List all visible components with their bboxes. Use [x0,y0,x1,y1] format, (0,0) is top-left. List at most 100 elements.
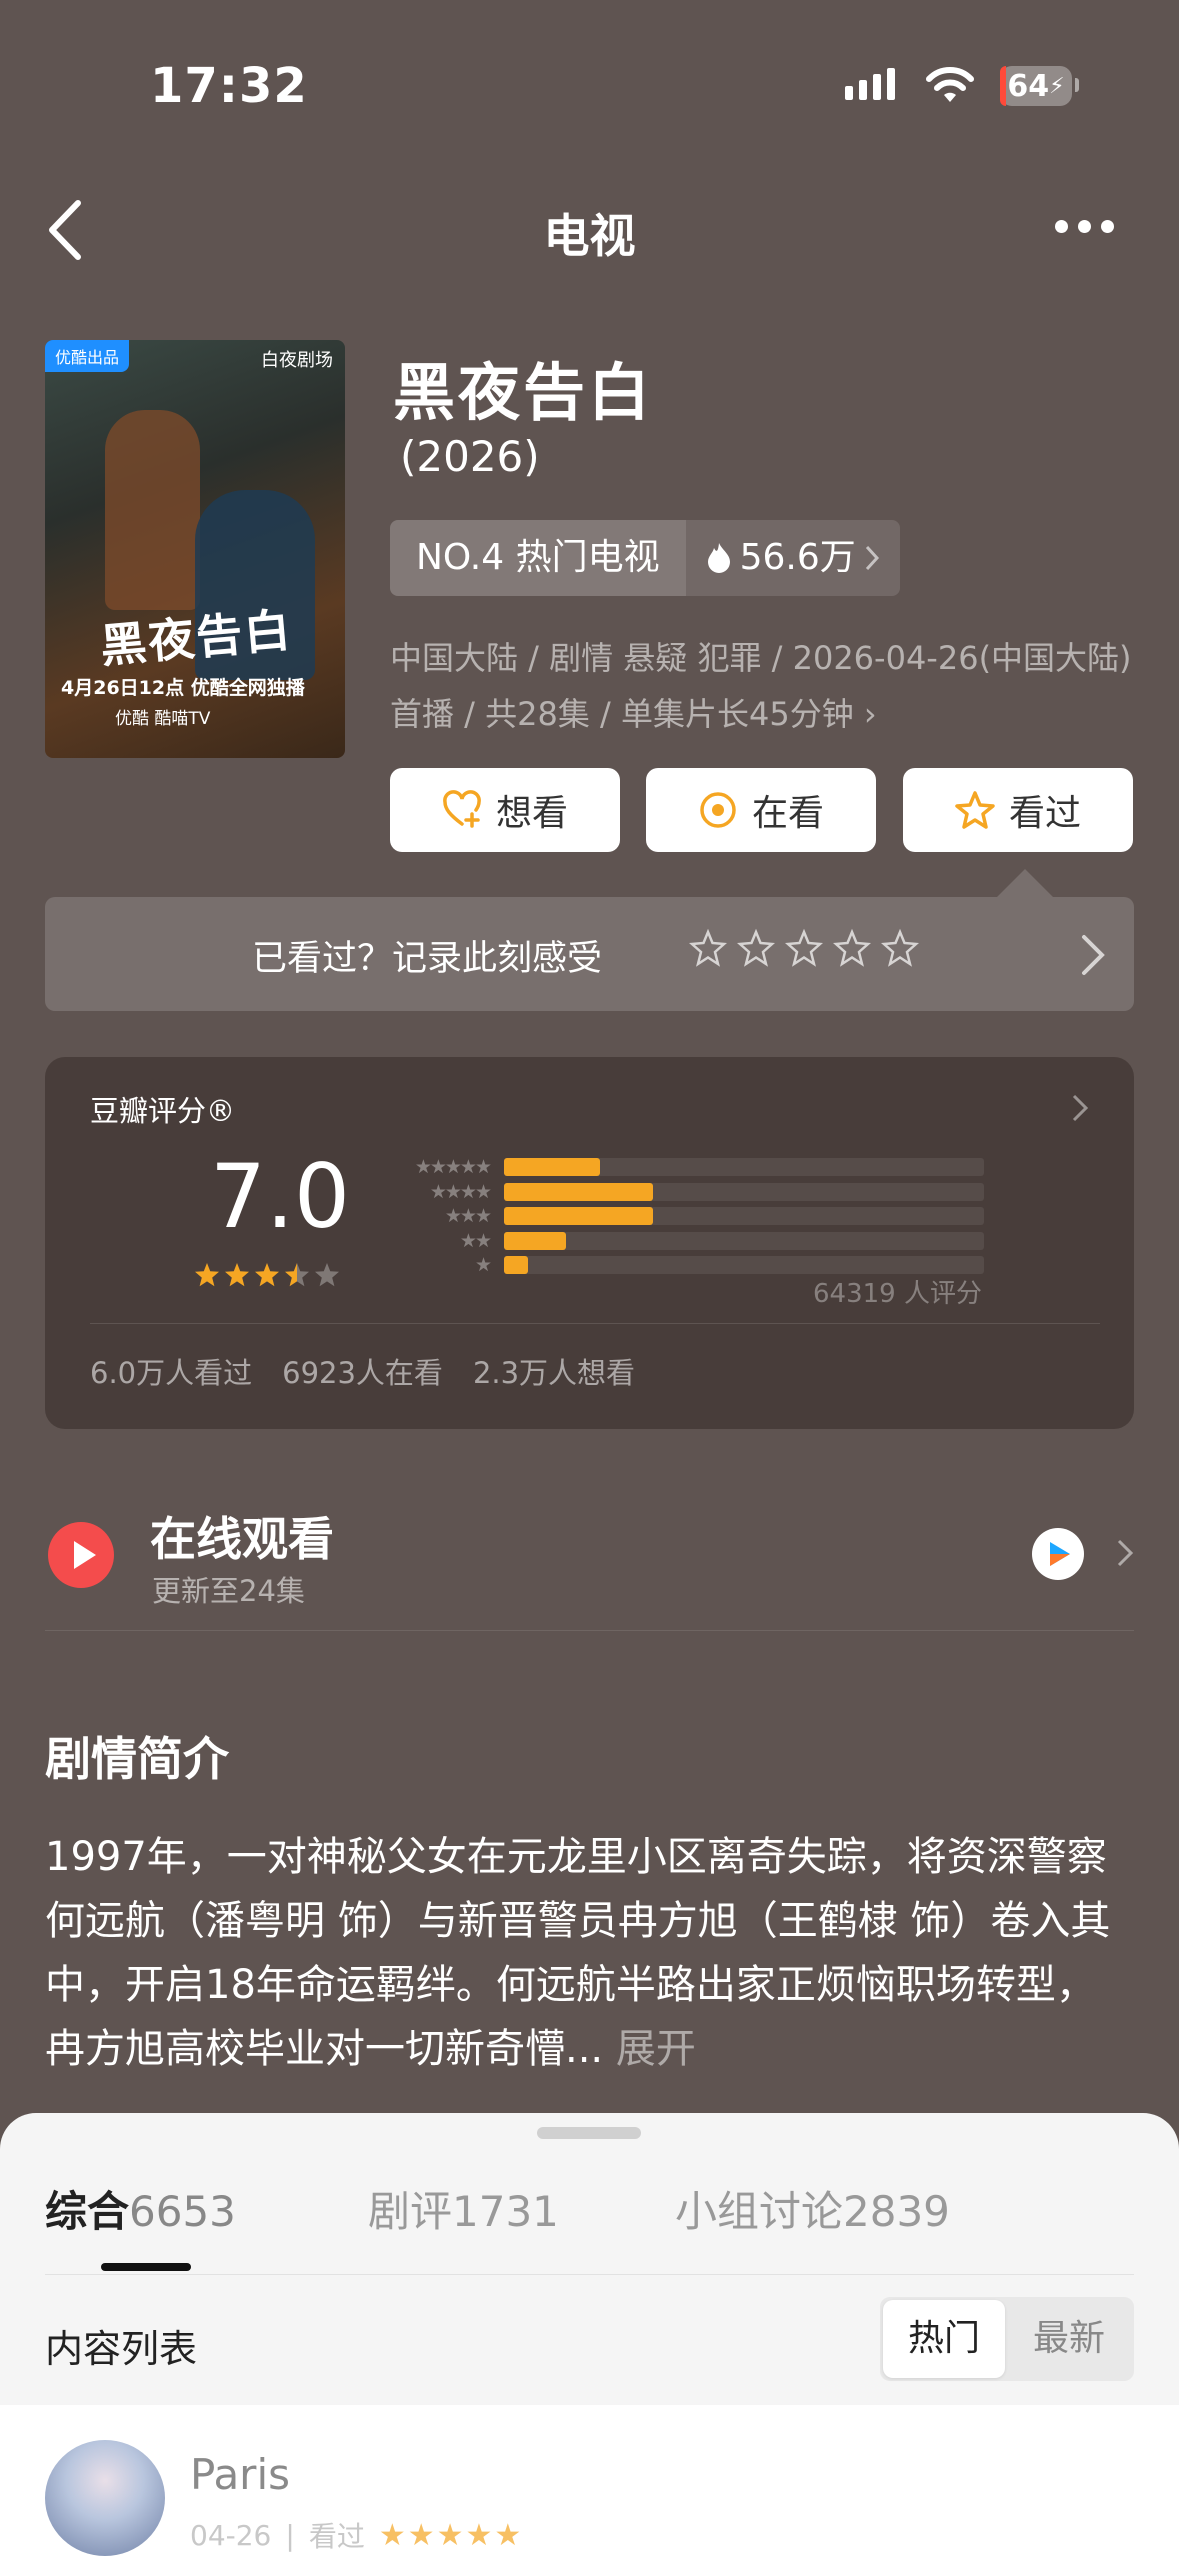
distribution-track [504,1256,984,1274]
distribution-row: ★★ [380,1229,984,1253]
distribution-row: ★★★★ [380,1180,984,1204]
rank-pill[interactable]: NO.4 热门电视 56.6万 [390,520,900,596]
score-stars [193,1262,341,1288]
star-filled-icon [255,1263,279,1287]
flame-icon [707,543,730,573]
avatar[interactable] [45,2440,165,2556]
star-empty-icon[interactable] [832,928,872,968]
active-tab-indicator [101,2263,191,2271]
review-meta: 04-26 | 看过 ★★★★★ [190,2515,523,2555]
review-status: 看过 [308,2520,365,2553]
chevron-right-icon[interactable] [1115,1537,1135,1569]
show-meta[interactable]: 中国大陆 / 剧情 悬疑 犯罪 / 2026-04-26(中国大陆) 首播 / … [390,630,1140,742]
distribution-stars: ★★★★★ [414,1156,492,1178]
want-label: 想看 [495,793,568,834]
distribution-bar [504,1182,653,1201]
star-empty-icon [315,1263,339,1287]
rating-score: 7.0 [210,1145,350,1248]
watch-online-title[interactable]: 在线观看 [150,1503,334,1569]
rating-divider [90,1323,1100,1324]
battery-tip [1075,78,1079,92]
wifi-icon [926,67,974,102]
star-outline-icon [955,791,995,829]
show-title: 黑夜告白 [393,356,654,429]
chevron-right-icon [865,545,879,571]
show-meta-text: 中国大陆 / 剧情 悬疑 犯罪 / 2026-04-26(中国大陆) 首播 / … [390,639,1132,733]
distribution-stars: ★ [474,1254,492,1276]
tab-group-count: 2839 [843,2187,950,2236]
record-star-rating[interactable] [688,928,920,968]
distribution-bar [504,1231,567,1250]
sort-newest-button[interactable]: 最新 [1007,2300,1131,2378]
rating-stats: 6.0万人看过 6923人在看 2.3万人想看 [90,1350,635,1392]
meta-separator: | [285,2518,295,2552]
more-options-icon[interactable] [1055,220,1114,233]
play-icon[interactable] [48,1522,114,1588]
star-empty-icon[interactable] [688,928,728,968]
distribution-row: ★★★ [380,1204,984,1228]
watched-button[interactable]: 看过 [903,768,1133,852]
distribution-track [504,1182,984,1201]
record-prompt: 已看过？记录此刻感受 [252,939,603,979]
rating-source-label: 豆瓣评分® [90,1094,236,1128]
battery-icon: 64 ⚡ [1000,66,1072,106]
synopsis-text: 1997年，一对神秘父女在元龙里小区离奇失踪，将资深警察何远航（潘粤明 饰）与新… [45,1834,1111,2072]
star-filled-icon [195,1263,219,1287]
poster-platforms: 优酷 酷喵TV [115,709,211,729]
battery-level: 64 [1007,68,1050,104]
poster-figure-left [105,410,200,610]
star-empty-icon[interactable] [880,928,920,968]
watched-count: 6.0万人看过 [90,1356,253,1390]
distribution-stars: ★★ [459,1229,492,1252]
watch-online-subtitle: 更新至24集 [152,1574,305,1608]
review-list-item[interactable] [0,2405,1179,2556]
rating-count: 64319 人评分 [813,1279,982,1309]
youku-logo-icon[interactable] [1032,1528,1084,1580]
chevron-right-icon[interactable] [1078,932,1108,978]
poster-image[interactable]: 优酷出品 白夜剧场 黑夜告白 4月26日12点 优酷全网独播 优酷 酷喵TV [45,340,345,758]
want-count: 2.3万人想看 [472,1356,636,1390]
review-stars: ★★★★★ [378,2517,524,2553]
star-half-icon [285,1263,309,1287]
show-year: (2026) [400,432,540,481]
nav-title: 电视 [543,209,636,263]
cellular-signal-icon [845,68,895,100]
record-caret [997,869,1053,897]
sort-hot-button[interactable]: 热门 [883,2300,1005,2378]
distribution-bar [504,1207,653,1225]
star-empty-icon[interactable] [736,928,776,968]
sheet-drag-handle[interactable] [537,2127,641,2139]
distribution-track [504,1231,984,1250]
status-time: 17:32 [150,58,308,114]
chevron-right-icon[interactable] [1070,1092,1090,1124]
star-filled-icon [225,1263,249,1287]
distribution-bar [504,1256,528,1274]
poster-studio: 白夜剧场 [261,350,333,371]
tab-overview-label: 综合 [45,2187,130,2236]
reviewer-name[interactable]: Paris [190,2450,290,2499]
distribution-bar [504,1158,600,1176]
rank-label: NO.4 热门电视 [390,520,686,596]
synopsis-expand-link[interactable]: 展开 [616,2026,696,2072]
star-empty-icon[interactable] [784,928,824,968]
meta-chevron-icon: › [863,695,877,733]
rating-distribution: ★★★★★ ★★★★ ★★★ ★★ ★ [380,1155,984,1278]
review-date: 04-26 [190,2518,272,2552]
tab-reviews-count: 1731 [452,2187,559,2236]
tab-overview[interactable]: 综合6653 [45,2178,236,2239]
target-circle-icon [700,792,736,828]
heat-value: 56.6万 [739,537,856,578]
distribution-row: ★★★★★ [380,1155,984,1179]
distribution-stars: ★★★★ [429,1180,492,1203]
tab-overview-count: 6653 [129,2187,236,2236]
want-button[interactable]: 想看 [390,768,620,852]
heat-section: 56.6万 [685,520,900,596]
sheet-divider [45,2274,1134,2275]
content-list-label: 内容列表 [45,2327,198,2371]
tab-group-discussion[interactable]: 小组讨论2839 [675,2178,950,2239]
synopsis-body: 1997年，一对神秘父女在元龙里小区离奇失踪，将资深警察何远航（潘粤明 饰）与新… [45,1825,1135,2081]
watching-button[interactable]: 在看 [646,768,876,852]
watched-label: 看过 [1008,793,1081,834]
tab-reviews[interactable]: 剧评1731 [368,2178,559,2239]
watch-divider [45,1630,1134,1631]
